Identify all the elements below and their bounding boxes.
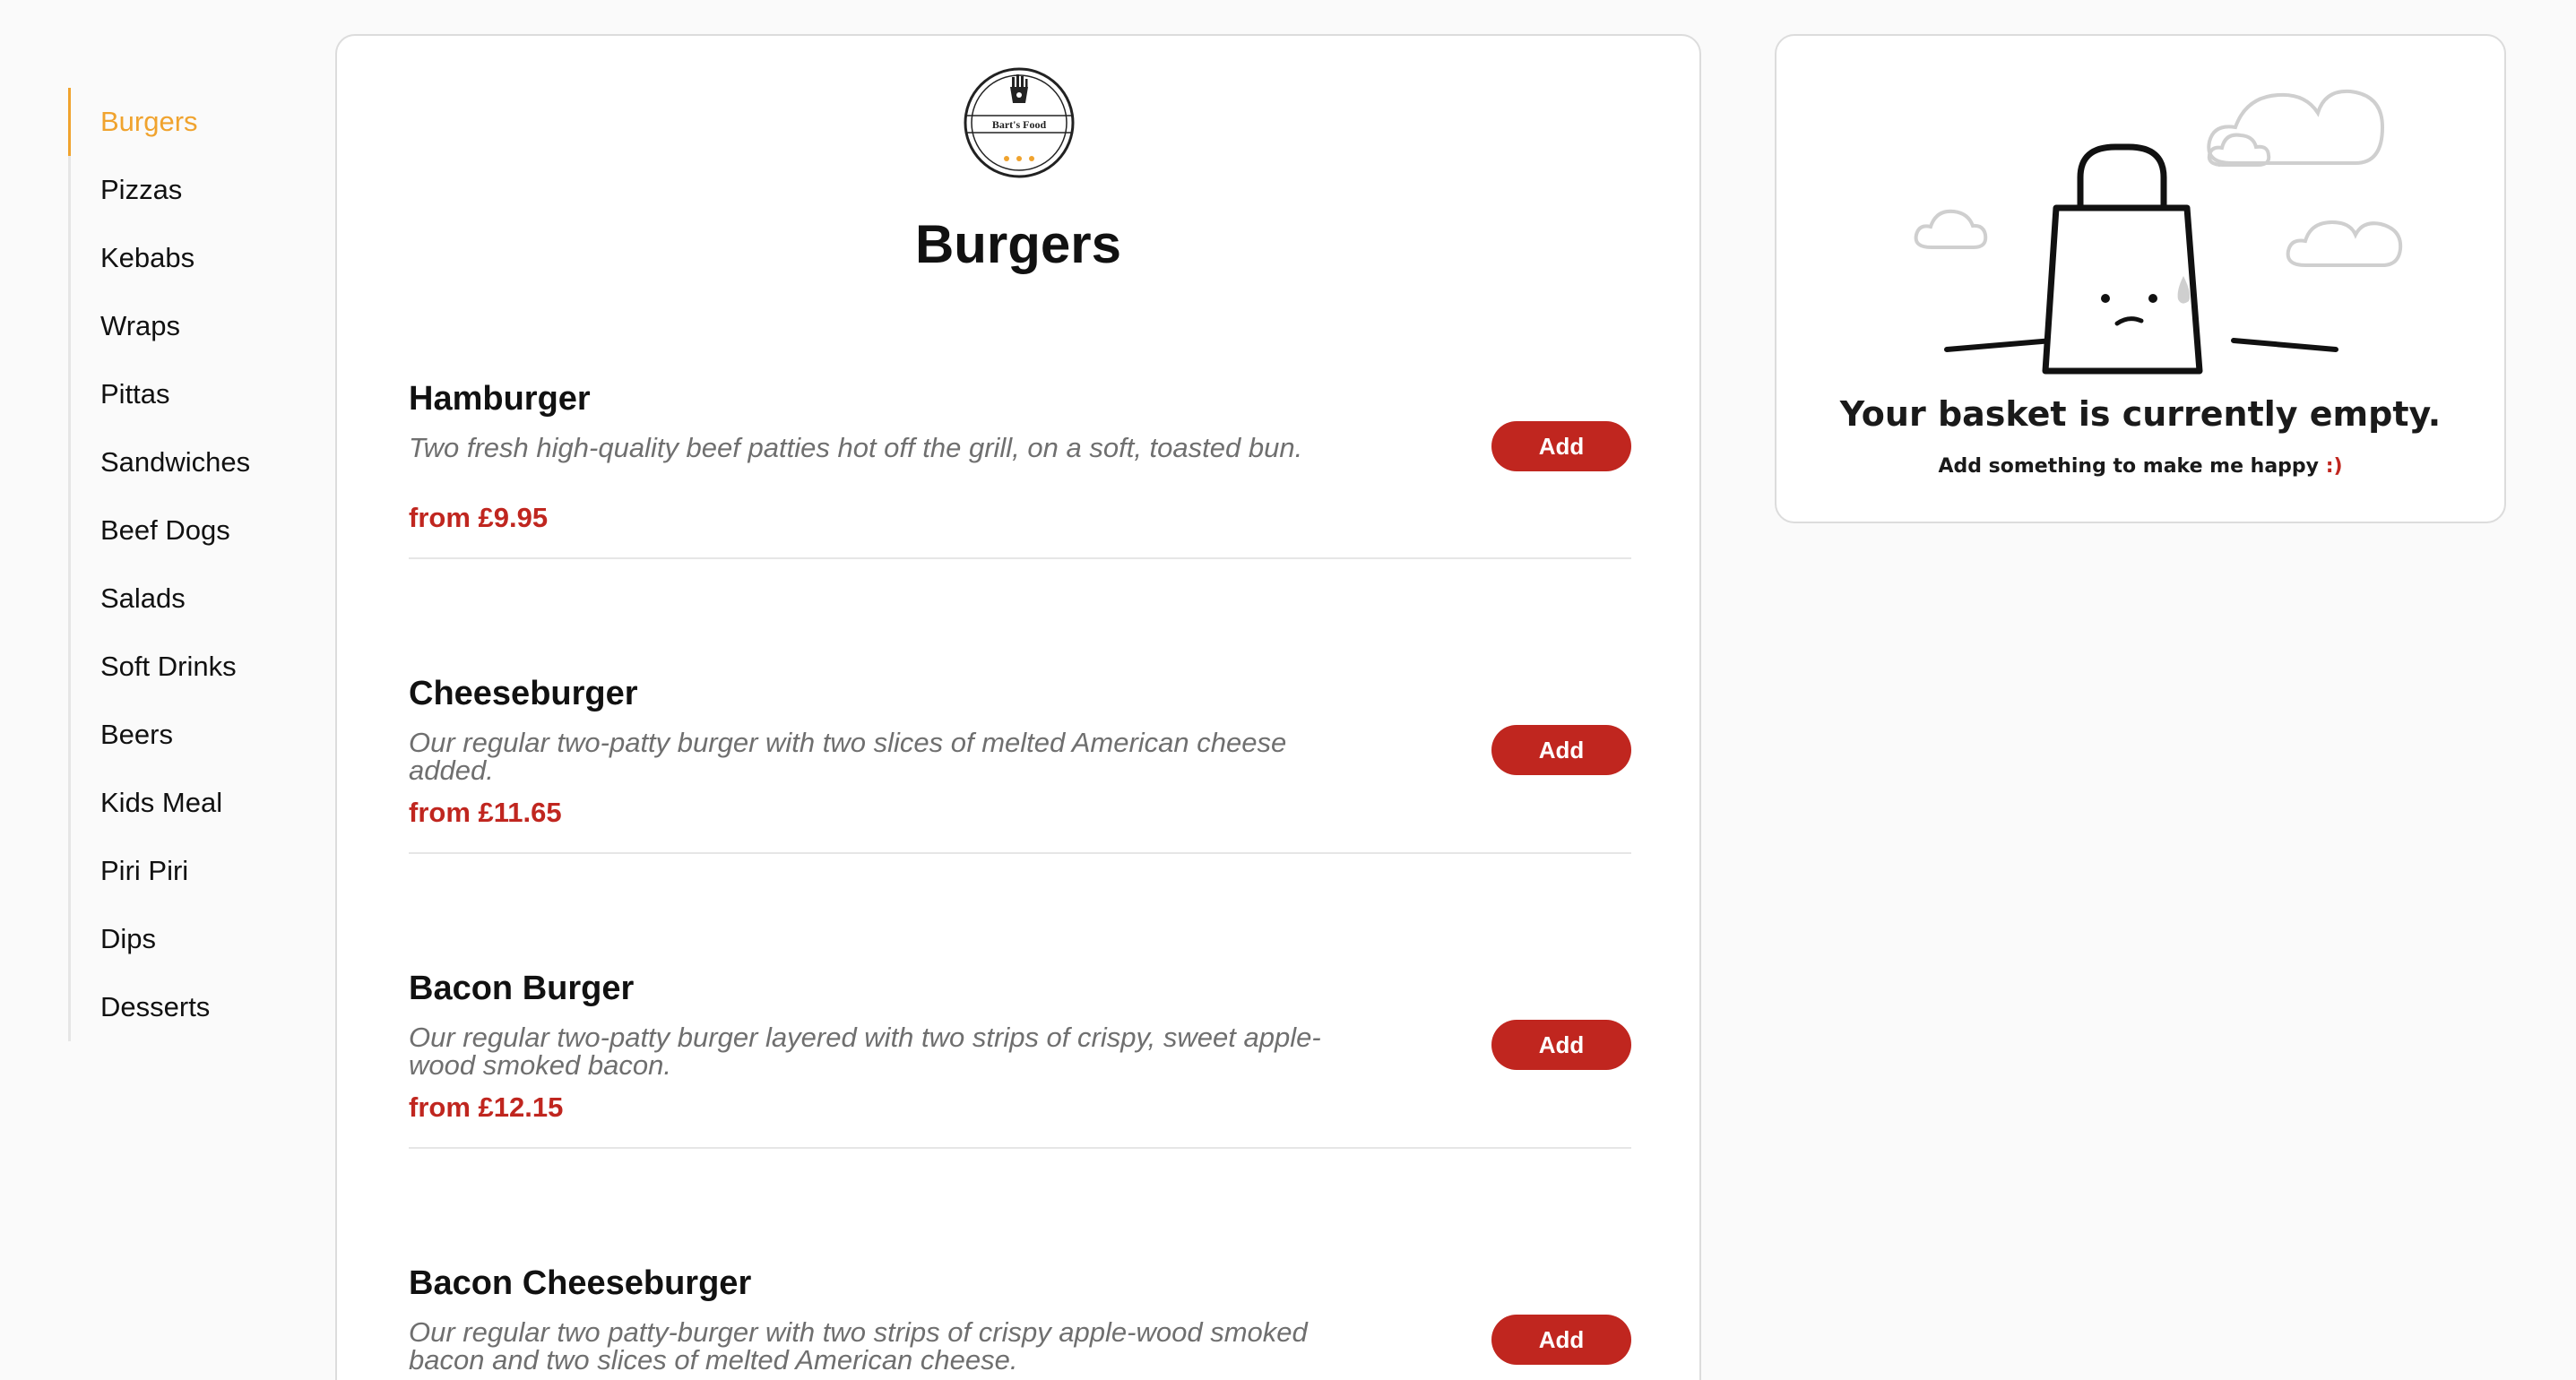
cloud-icon bbox=[2207, 89, 2385, 165]
sidebar-item-beers[interactable]: Beers bbox=[71, 701, 286, 769]
menu-panel: Bart's Food Burgers Hamburger Two fresh … bbox=[335, 34, 1701, 1380]
sidebar-item-pittas[interactable]: Pittas bbox=[71, 360, 286, 428]
product-price: from £11.65 bbox=[409, 797, 562, 828]
product-name: Hamburger bbox=[409, 380, 591, 418]
sidebar-item-beef-dogs[interactable]: Beef Dogs bbox=[71, 496, 286, 565]
add-button[interactable]: Add bbox=[1491, 1020, 1631, 1070]
page: Burgers Pizzas Kebabs Wraps Pittas Sandw… bbox=[0, 0, 2576, 1380]
add-button[interactable]: Add bbox=[1491, 725, 1631, 775]
add-button[interactable]: Add bbox=[1491, 421, 1631, 471]
cloud-icon bbox=[1914, 209, 1988, 249]
section-title: Burgers bbox=[914, 214, 1122, 274]
sidebar-item-sandwiches[interactable]: Sandwiches bbox=[71, 428, 286, 496]
sidebar-item-desserts[interactable]: Desserts bbox=[71, 973, 286, 1041]
smiley-text: :) bbox=[2325, 455, 2343, 478]
sidebar-item-pizzas[interactable]: Pizzas bbox=[71, 156, 286, 224]
sad-shopping-bag-icon bbox=[1914, 89, 2403, 375]
rating-stars-icon bbox=[1004, 156, 1034, 161]
product-name: Bacon Cheeseburger bbox=[409, 1264, 752, 1302]
sidebar-item-kids-meal[interactable]: Kids Meal bbox=[71, 769, 286, 837]
product-price: from £9.95 bbox=[409, 502, 549, 533]
basket-empty-title: Your basket is currently empty. bbox=[1839, 394, 2442, 434]
logo-text: Bart's Food bbox=[992, 118, 1047, 131]
product-name: Cheeseburger bbox=[409, 675, 638, 712]
product-description: Two fresh high-quality beef patties hot … bbox=[409, 432, 1303, 463]
product-card: Bacon Burger Our regular two-patty burge… bbox=[409, 970, 1631, 1149]
product-price: from £12.15 bbox=[409, 1091, 564, 1123]
sidebar-item-soft-drinks[interactable]: Soft Drinks bbox=[71, 633, 286, 701]
sidebar-item-burgers[interactable]: Burgers bbox=[68, 88, 286, 156]
sidebar-item-dips[interactable]: Dips bbox=[71, 905, 286, 973]
product-description: Our regular two-patty burger layered wit… bbox=[409, 1022, 1321, 1081]
basket-subtitle-text: Add something to make me happy bbox=[1938, 455, 2320, 478]
product-card: Hamburger Two fresh high-quality beef pa… bbox=[409, 380, 1631, 559]
cloud-icon bbox=[2286, 220, 2403, 267]
product-description: Our regular two patty-burger with two st… bbox=[409, 1316, 1308, 1376]
add-button[interactable]: Add bbox=[1491, 1315, 1631, 1365]
basket-empty-subtitle: Add something to make me happy :) bbox=[1776, 455, 2504, 478]
product-card: Cheeseburger Our regular two-patty burge… bbox=[409, 675, 1631, 854]
sidebar-item-kebabs[interactable]: Kebabs bbox=[71, 224, 286, 292]
restaurant-logo: Bart's Food bbox=[964, 67, 1075, 178]
sidebar-item-wraps[interactable]: Wraps bbox=[71, 292, 286, 360]
basket-panel: Your basket is currently empty. Add some… bbox=[1775, 34, 2506, 523]
product-card: Bacon Cheeseburger Our regular two patty… bbox=[409, 1264, 1631, 1380]
sidebar-item-piri-piri[interactable]: Piri Piri bbox=[71, 837, 286, 905]
sidebar-item-salads[interactable]: Salads bbox=[71, 565, 286, 633]
product-name: Bacon Burger bbox=[409, 970, 635, 1007]
category-sidebar: Burgers Pizzas Kebabs Wraps Pittas Sandw… bbox=[68, 88, 286, 1041]
product-description: Our regular two-patty burger with two sl… bbox=[409, 727, 1287, 786]
